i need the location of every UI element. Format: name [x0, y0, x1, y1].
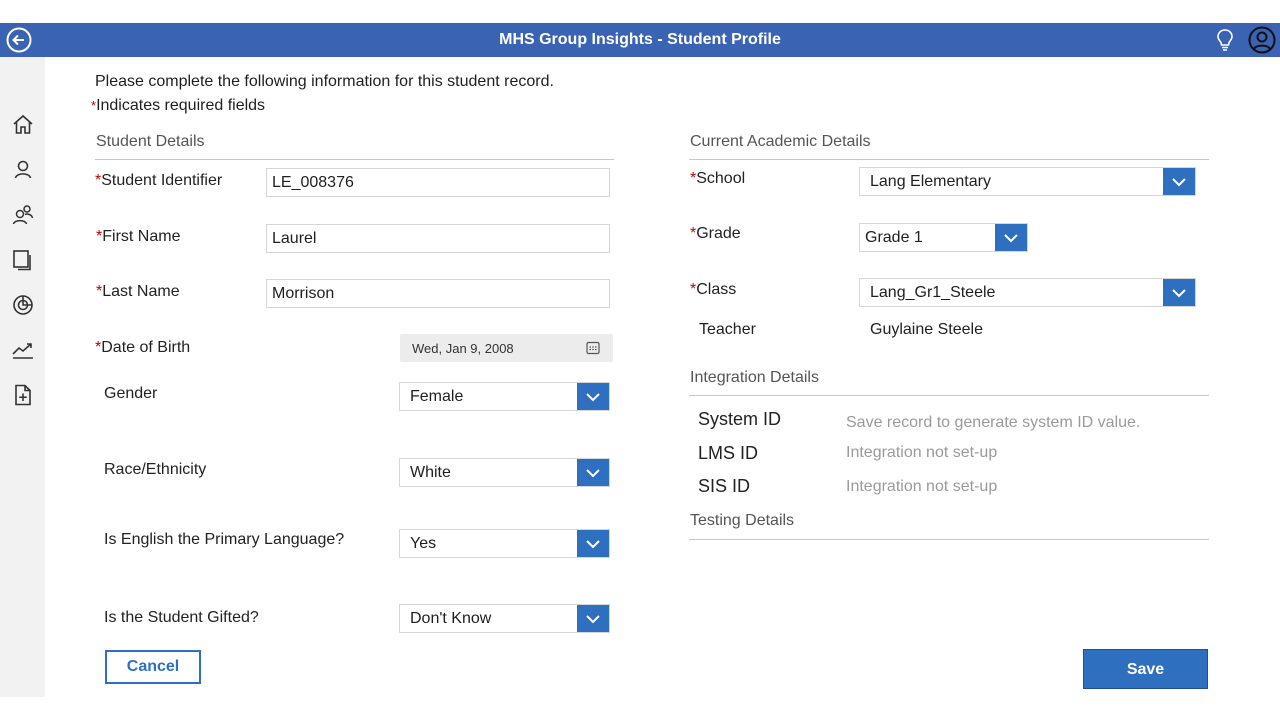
- chevron-down-icon: [1163, 168, 1195, 195]
- lightbulb-icon: [1217, 29, 1233, 51]
- account-icon: [1248, 26, 1276, 54]
- lightbulb-button[interactable]: [1213, 27, 1237, 53]
- english-dropdown[interactable]: Yes: [399, 529, 610, 558]
- home-icon: [13, 114, 33, 134]
- save-button[interactable]: Save: [1083, 649, 1208, 689]
- add-file-icon: [15, 384, 31, 406]
- student-identifier-input[interactable]: LE_008376: [266, 168, 610, 197]
- title-bar: MHS Group Insights - Student Profile: [0, 23, 1280, 57]
- chevron-down-icon: [577, 383, 609, 410]
- academic-details-divider: [689, 159, 1209, 160]
- person-icon: [14, 160, 32, 179]
- race-value: White: [410, 464, 451, 481]
- required-note: *Indicates required fields: [91, 97, 265, 115]
- grade-dropdown[interactable]: Grade 1: [859, 223, 1028, 252]
- gifted-value: Don't Know: [410, 610, 492, 627]
- first-name-label: *First Name: [96, 228, 181, 245]
- system-id-label: System ID: [698, 409, 782, 429]
- sidebar: [0, 57, 45, 697]
- class-dropdown[interactable]: Lang_Gr1_Steele: [859, 278, 1196, 307]
- people-icon: [12, 205, 34, 225]
- required-note-text: Indicates required fields: [96, 97, 266, 114]
- school-dropdown[interactable]: Lang Elementary: [859, 167, 1196, 196]
- nav-pages[interactable]: [10, 247, 36, 273]
- nav-student[interactable]: [10, 157, 36, 183]
- pages-icon: [13, 250, 31, 271]
- lms-id-value: Integration not set-up: [846, 444, 998, 461]
- chevron-down-icon: [1163, 279, 1195, 306]
- teacher-label: Teacher: [699, 321, 756, 338]
- sis-id-label: SIS ID: [698, 476, 751, 496]
- testing-details-divider: [689, 539, 1209, 540]
- class-value: Lang_Gr1_Steele: [870, 284, 996, 301]
- first-name-input[interactable]: Laurel: [266, 224, 610, 253]
- testing-details-heading: Testing Details: [690, 512, 795, 529]
- sis-id-value: Integration not set-up: [846, 478, 998, 495]
- dob-date-picker[interactable]: Wed, Jan 9, 2008: [400, 334, 613, 362]
- chevron-down-icon: [995, 224, 1027, 251]
- english-value: Yes: [410, 535, 437, 552]
- target-icon: [13, 295, 33, 315]
- gender-value: Female: [410, 388, 464, 405]
- student-identifier-label: *Student Identifier: [95, 172, 223, 189]
- race-label: Race/Ethnicity: [104, 461, 207, 478]
- english-label: Is English the Primary Language?: [104, 531, 345, 548]
- nav-dashboard[interactable]: [10, 292, 36, 318]
- grade-value: Grade 1: [865, 229, 923, 246]
- integration-details-divider: [689, 395, 1209, 396]
- gifted-label: Is the Student Gifted?: [104, 609, 259, 626]
- nav-home[interactable]: [10, 112, 36, 138]
- gifted-dropdown[interactable]: Don't Know: [399, 604, 610, 633]
- calendar-icon: [586, 341, 600, 355]
- class-label: *Class: [690, 281, 737, 298]
- race-dropdown[interactable]: White: [399, 458, 610, 487]
- last-name-input[interactable]: Morrison: [266, 279, 610, 308]
- page-title: MHS Group Insights - Student Profile: [499, 31, 781, 48]
- chevron-down-icon: [577, 530, 609, 557]
- student-details-divider: [95, 159, 614, 160]
- cancel-button[interactable]: Cancel: [105, 650, 201, 684]
- nav-trends[interactable]: [10, 337, 36, 363]
- school-value: Lang Elementary: [870, 173, 991, 190]
- gender-label: Gender: [104, 385, 158, 402]
- grade-label: *Grade: [690, 225, 741, 242]
- integration-details-heading: Integration Details: [690, 369, 819, 386]
- lms-id-label: LMS ID: [698, 443, 759, 463]
- chevron-down-icon: [577, 605, 609, 632]
- account-button[interactable]: [1247, 25, 1277, 55]
- teacher-value: Guylaine Steele: [870, 321, 983, 338]
- intro-text: Please complete the following informatio…: [95, 73, 554, 90]
- student-details-heading: Student Details: [96, 133, 205, 150]
- dob-value: Wed, Jan 9, 2008: [412, 341, 514, 356]
- academic-details-heading: Current Academic Details: [690, 133, 871, 150]
- gender-dropdown[interactable]: Female: [399, 382, 610, 411]
- system-id-value: Save record to generate system ID value.: [846, 414, 1141, 431]
- dob-label: *Date of Birth: [95, 339, 191, 356]
- trend-icon: [12, 343, 33, 359]
- nav-add-record[interactable]: [10, 382, 36, 408]
- nav-groups[interactable]: [10, 202, 36, 228]
- chevron-down-icon: [577, 459, 609, 486]
- last-name-label: *Last Name: [96, 283, 180, 300]
- school-label: *School: [690, 170, 746, 187]
